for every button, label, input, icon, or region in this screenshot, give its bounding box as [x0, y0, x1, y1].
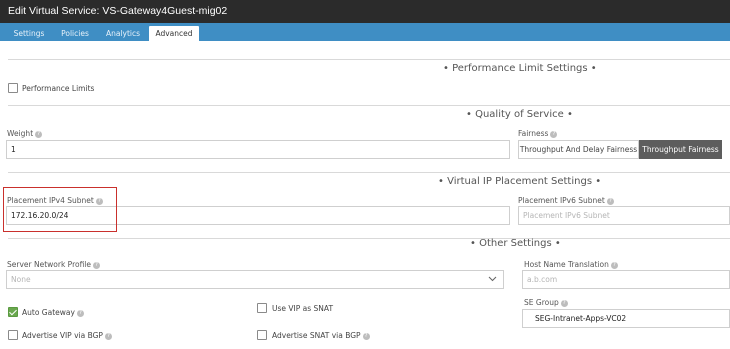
tab-advanced[interactable]: Advanced	[149, 26, 199, 41]
network-profile-label: Server Network Profile?	[7, 260, 100, 269]
ipv6-subnet-input[interactable]: Placement IPv6 Subnet	[518, 206, 730, 225]
section-divider	[8, 172, 730, 173]
tab-bar: Settings Policies Analytics Advanced	[0, 23, 730, 41]
network-profile-select[interactable]: None	[6, 270, 504, 289]
se-group-label: SE Group?	[524, 298, 568, 307]
tab-policies[interactable]: Policies	[54, 26, 96, 41]
host-name-input[interactable]: a.b.com	[522, 270, 730, 289]
network-profile-label-text: Server Network Profile	[7, 260, 91, 269]
weight-label: Weight?	[7, 129, 43, 138]
advertise-vip-bgp-label-text: Advertise VIP via BGP	[22, 331, 103, 340]
fairness-label-text: Fairness	[518, 129, 549, 138]
help-icon[interactable]: ?	[550, 130, 558, 138]
use-vip-snat-checkbox[interactable]	[257, 303, 267, 313]
qos-section-title: • Quality of Service •	[466, 109, 573, 120]
section-divider	[8, 105, 730, 106]
help-icon[interactable]: ?	[35, 130, 43, 138]
help-icon[interactable]: ?	[362, 332, 370, 340]
advertise-snat-bgp-checkbox[interactable]	[257, 330, 267, 340]
help-icon[interactable]: ?	[560, 299, 568, 307]
use-vip-snat-label: Use VIP as SNAT	[272, 304, 334, 313]
highlight-box	[3, 187, 117, 232]
help-icon[interactable]: ?	[606, 197, 614, 205]
ipv6-subnet-label: Placement IPv6 Subnet?	[518, 196, 614, 205]
performance-section-title: • Performance Limit Settings •	[443, 63, 597, 74]
se-group-label-text: SE Group	[524, 298, 559, 307]
help-icon[interactable]: ?	[610, 261, 618, 269]
se-group-select[interactable]: SEG-Intranet-Apps-VC02	[522, 309, 730, 328]
fairness-throughput-button[interactable]: Throughput Fairness	[639, 140, 722, 159]
advertise-snat-bgp-label: Advertise SNAT via BGP?	[272, 331, 370, 340]
auto-gateway-label: Auto Gateway?	[22, 308, 84, 317]
chevron-down-icon[interactable]	[488, 276, 497, 282]
host-name-label: Host Name Translation?	[524, 260, 618, 269]
weight-input[interactable]: 1	[6, 140, 510, 159]
advertise-snat-bgp-label-text: Advertise SNAT via BGP	[272, 331, 361, 340]
other-section-title: • Other Settings •	[470, 238, 561, 249]
section-divider	[8, 238, 730, 239]
auto-gateway-label-text: Auto Gateway	[22, 308, 75, 317]
help-icon[interactable]: ?	[104, 332, 112, 340]
help-icon[interactable]: ?	[93, 261, 100, 269]
advertise-vip-bgp-checkbox[interactable]	[8, 330, 18, 340]
tab-analytics[interactable]: Analytics	[100, 26, 146, 41]
help-icon[interactable]: ?	[76, 309, 84, 317]
tab-settings[interactable]: Settings	[8, 26, 50, 41]
host-name-label-text: Host Name Translation	[524, 260, 609, 269]
performance-limits-checkbox[interactable]	[8, 83, 18, 93]
fairness-label: Fairness?	[518, 129, 558, 138]
vip-section-title: • Virtual IP Placement Settings •	[438, 176, 602, 187]
weight-label-text: Weight	[7, 129, 34, 138]
dialog-title: Edit Virtual Service: VS-Gateway4Guest-m…	[0, 0, 730, 23]
fairness-throughput-delay-button[interactable]: Throughput And Delay Fairness	[518, 140, 639, 159]
auto-gateway-checkbox[interactable]	[8, 307, 18, 317]
section-divider	[8, 59, 730, 60]
ipv6-subnet-label-text: Placement IPv6 Subnet	[518, 196, 605, 205]
performance-limits-label: Performance Limits	[22, 84, 95, 93]
advertise-vip-bgp-label: Advertise VIP via BGP?	[22, 331, 112, 340]
